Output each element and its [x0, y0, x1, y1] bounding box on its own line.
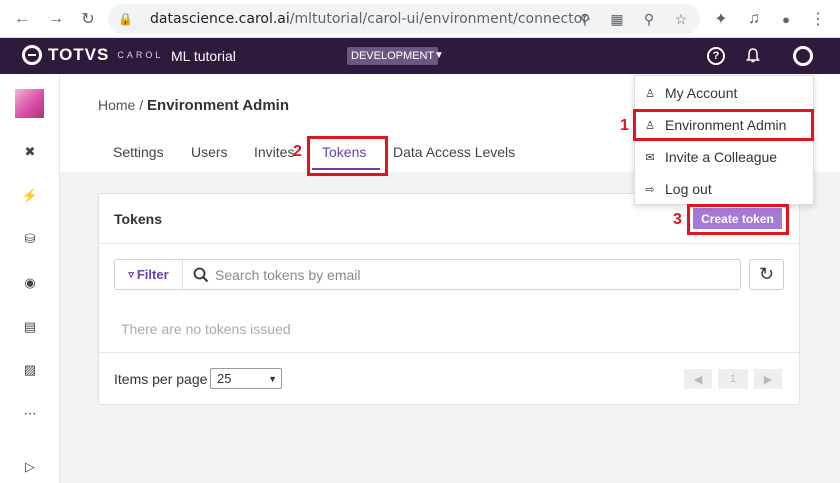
annotation-number: 2 — [293, 143, 302, 160]
key-icon[interactable]: ⚲ — [574, 8, 596, 30]
annotation-number: 1 — [620, 117, 629, 134]
plug-icon[interactable]: ⚡ — [20, 186, 40, 206]
search-bar: ▿ Filter — [114, 259, 741, 290]
logo-icon — [22, 45, 42, 65]
user-profile-icon[interactable] — [793, 46, 813, 66]
chevron-down-icon: ▼ — [268, 374, 277, 384]
filter-icon: ▿ — [128, 269, 134, 281]
star-icon[interactable]: ☆ — [670, 8, 692, 30]
search-input[interactable] — [215, 266, 715, 283]
highlight-box-environment-admin — [633, 109, 814, 141]
highlight-box-tokens-tab — [307, 136, 388, 176]
help-icon[interactable]: ? — [707, 47, 725, 65]
brand-sub: CAROL — [117, 50, 164, 60]
card-title: Tokens — [114, 211, 162, 227]
breadcrumb-home[interactable]: Home — [98, 97, 135, 113]
search-icon — [193, 267, 209, 283]
refresh-icon: ↻ — [758, 264, 775, 284]
tab-invites[interactable]: Invites — [254, 144, 294, 160]
breadcrumb: Home / Environment Admin — [98, 97, 289, 114]
collapse-sidebar-icon[interactable]: ▷ — [20, 457, 40, 477]
person-icon: ♙ — [645, 87, 655, 100]
pagination: ◀ 1 ▶ — [684, 369, 784, 389]
refresh-button[interactable]: ↻ — [749, 259, 784, 290]
zoom-icon[interactable]: ⚲ — [638, 8, 660, 30]
menu-item-log-out[interactable]: ⇨ Log out — [635, 174, 815, 204]
divider — [99, 352, 799, 353]
empty-state-message: There are no tokens issued — [121, 321, 291, 337]
filter-label: Filter — [136, 267, 169, 282]
database-icon[interactable]: ⛁ — [20, 229, 40, 249]
next-page-button[interactable]: ▶ — [754, 369, 782, 389]
avatar[interactable]: ● — [777, 8, 795, 30]
app-header: TOTVS CAROL ML tutorial DEVELOPMENT ▼ ? — [0, 38, 840, 74]
tab-data-access-levels[interactable]: Data Access Levels — [393, 144, 515, 160]
extensions-icon[interactable]: ✦ — [710, 8, 732, 30]
translate-icon[interactable]: ▦ — [606, 8, 628, 30]
menu-item-my-account[interactable]: ♙ My Account — [635, 78, 815, 108]
bell-icon[interactable] — [744, 47, 762, 65]
app-name: ML tutorial — [171, 48, 236, 64]
chevron-down-icon[interactable]: ▼ — [434, 50, 444, 61]
url-text: datascience.carol.ai/mltutorial/carol-ui… — [150, 11, 590, 27]
forward-icon[interactable]: → — [45, 8, 67, 30]
divider — [99, 243, 799, 244]
tab-users[interactable]: Users — [191, 144, 228, 160]
environment-badge[interactable]: DEVELOPMENT — [347, 47, 439, 65]
items-per-page-select[interactable]: 25 ▼ — [210, 368, 282, 389]
current-page[interactable]: 1 — [718, 369, 748, 389]
media-icon[interactable]: ♫ — [743, 8, 765, 30]
highlight-box-create-token — [687, 204, 789, 235]
browser-toolbar: ← → ↻ 🔒 datascience.carol.ai/mltutorial/… — [0, 0, 840, 38]
chat-icon[interactable]: ▨ — [20, 360, 40, 380]
apps-grid-icon[interactable]: ⋯ — [20, 404, 40, 424]
lock-icon: 🔒 — [118, 12, 133, 26]
envelope-icon: ✉ — [645, 151, 655, 164]
prev-page-button[interactable]: ◀ — [684, 369, 712, 389]
tab-settings[interactable]: Settings — [113, 144, 164, 160]
address-bar[interactable]: 🔒 datascience.carol.ai/mltutorial/carol-… — [108, 4, 700, 34]
menu-item-invite-colleague[interactable]: ✉ Invite a Colleague — [635, 142, 815, 172]
logout-icon: ⇨ — [645, 183, 655, 196]
items-per-page-label: Items per page — [114, 371, 208, 387]
shuffle-icon[interactable]: ✖ — [20, 142, 40, 162]
back-icon[interactable]: ← — [11, 8, 33, 30]
left-sidebar: ✖ ⚡ ⛁ ◉ ▤ ▨ ⋯ ▷ — [0, 74, 60, 483]
annotation-number: 3 — [673, 211, 682, 228]
chart-icon[interactable]: ▤ — [20, 317, 40, 337]
page-title: Environment Admin — [147, 97, 289, 114]
filter-button[interactable]: ▿ Filter — [115, 260, 183, 289]
totvs-logo[interactable]: TOTVS CAROL — [22, 45, 163, 65]
menu-icon[interactable]: ⋮ — [807, 8, 829, 30]
brand-name: TOTVS — [48, 45, 110, 64]
carol-logo[interactable] — [15, 89, 44, 118]
reload-icon[interactable]: ↻ — [77, 8, 99, 30]
compass-icon[interactable]: ◉ — [20, 273, 40, 293]
